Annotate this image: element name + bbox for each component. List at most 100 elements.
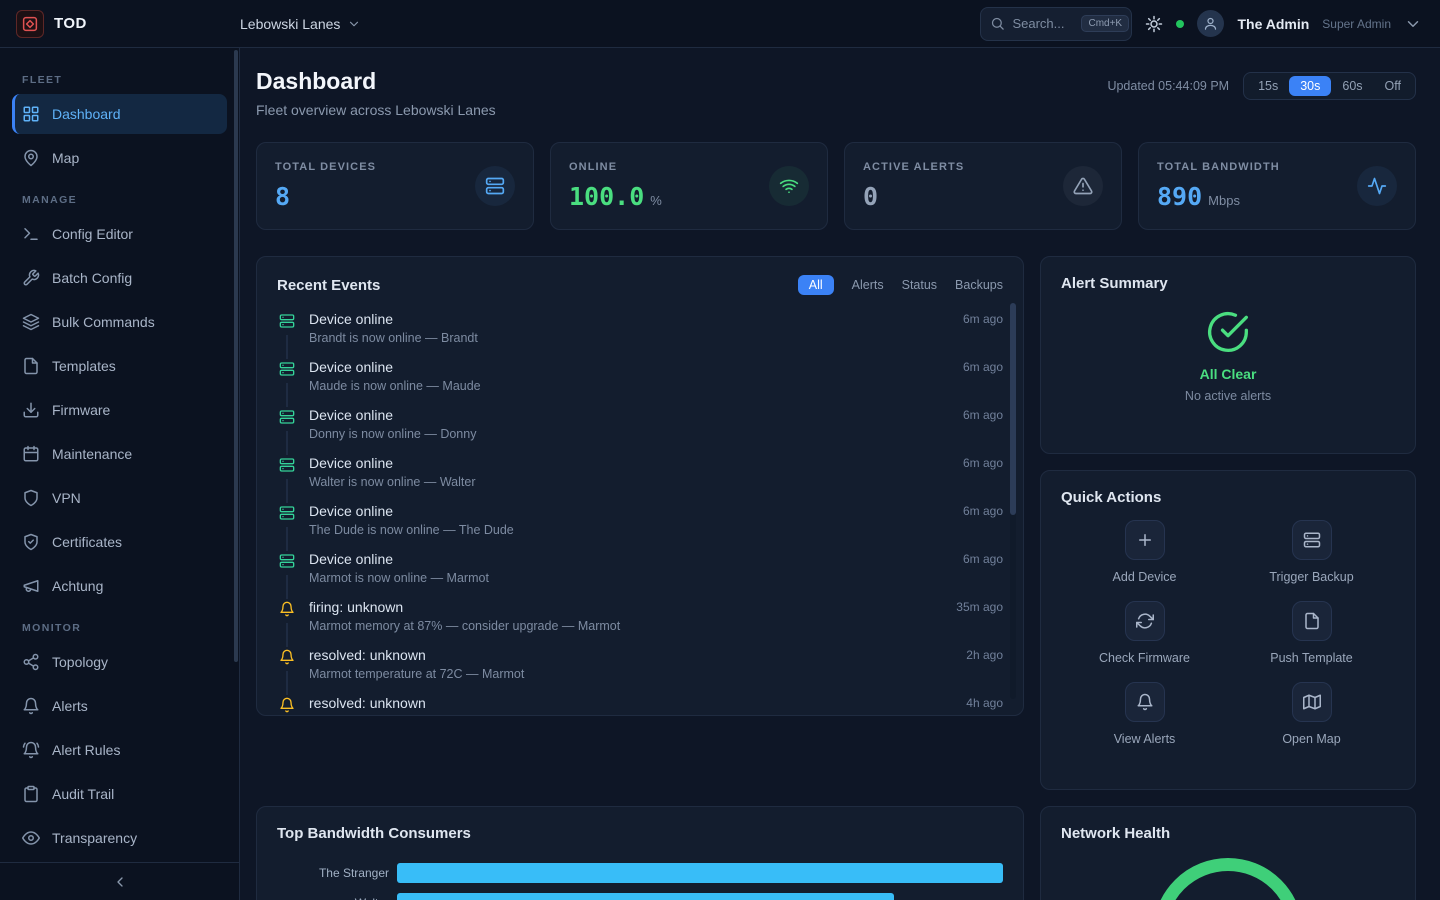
bandwidth-device-label: Walter xyxy=(277,896,389,900)
events-list: Device online Brandt is now online — Bran… xyxy=(277,311,1003,716)
sidebar-item-achtung[interactable]: Achtung xyxy=(12,566,227,606)
eye-icon xyxy=(22,829,40,847)
event-item: Device onlineWalter is now online — Walt… xyxy=(277,455,1003,503)
event-detail: Brandt is now online — Brandt xyxy=(309,331,478,345)
app-root: TOD Lebowski Lanes Cmd+K The Admin Super… xyxy=(0,0,1440,900)
sidebar-item-audit-trail[interactable]: Audit Trail xyxy=(12,774,227,814)
stat-unit: Mbps xyxy=(1208,193,1240,208)
event-detail: Donny is now online — Donny xyxy=(309,427,476,441)
sidebar-item-firmware[interactable]: Firmware xyxy=(12,390,227,430)
tab-alerts[interactable]: Alerts xyxy=(852,278,884,292)
push-template-button[interactable]: Push Template xyxy=(1228,601,1395,665)
sidebar-item-label: Topology xyxy=(52,654,108,670)
stat-value: 890 xyxy=(1157,182,1202,211)
sidebar-collapse-button[interactable] xyxy=(0,862,239,900)
refresh-option-off[interactable]: Off xyxy=(1374,76,1412,96)
events-scrollbar-thumb[interactable] xyxy=(1010,303,1016,515)
sidebar-item-label: Dashboard xyxy=(52,106,121,122)
search-input[interactable] xyxy=(1012,16,1074,31)
events-scrollbar[interactable] xyxy=(1010,303,1016,699)
clipboard-icon xyxy=(22,785,40,803)
open-map-button[interactable]: Open Map xyxy=(1228,682,1395,746)
event-detail: Walter is now online — Walter xyxy=(309,475,476,489)
sidebar-item-dashboard[interactable]: Dashboard xyxy=(12,94,227,134)
sidebar-item-transparency[interactable]: Transparency xyxy=(12,818,227,858)
calendar-icon xyxy=(22,445,40,463)
bandwidth-chart: The Stranger Walter xyxy=(277,858,1003,900)
tab-backups[interactable]: Backups xyxy=(955,278,1003,292)
org-switcher[interactable]: Lebowski Lanes xyxy=(240,16,361,32)
event-time: 6m ago xyxy=(963,455,1003,503)
sidebar-item-maintenance[interactable]: Maintenance xyxy=(12,434,227,474)
user-icon xyxy=(1203,16,1218,31)
app-logo-icon xyxy=(16,10,44,38)
event-item: resolved: unknownMarmot temperature at 7… xyxy=(277,647,1003,695)
sidebar-item-label: Firmware xyxy=(52,402,110,418)
megaphone-icon xyxy=(22,577,40,595)
server-icon xyxy=(277,503,297,527)
stat-unit: % xyxy=(650,193,662,208)
shield-check-icon xyxy=(22,533,40,551)
event-time: 6m ago xyxy=(963,407,1003,455)
quick-actions-card: Quick Actions Add Device Trigger Backup xyxy=(1040,470,1416,790)
theme-toggle-button[interactable] xyxy=(1145,15,1163,33)
event-time: 6m ago xyxy=(963,551,1003,599)
quick-action-label: Open Map xyxy=(1282,732,1340,746)
event-title: Device online xyxy=(309,407,476,424)
view-alerts-button[interactable]: View Alerts xyxy=(1061,682,1228,746)
avatar[interactable] xyxy=(1197,10,1224,37)
user-menu-chevron-icon[interactable] xyxy=(1404,15,1422,33)
sidebar-section-monitor: MONITOR xyxy=(22,622,217,634)
sidebar-item-bulk-commands[interactable]: Bulk Commands xyxy=(12,302,227,342)
check-firmware-button[interactable]: Check Firmware xyxy=(1061,601,1228,665)
stat-online: ONLINE 100.0% xyxy=(550,142,828,230)
sidebar-item-certificates[interactable]: Certificates xyxy=(12,522,227,562)
trigger-backup-button[interactable]: Trigger Backup xyxy=(1228,520,1395,584)
event-item: Device onlineMarmot is now online — Marm… xyxy=(277,551,1003,599)
sidebar-item-alert-rules[interactable]: Alert Rules xyxy=(12,730,227,770)
refresh-option-60s[interactable]: 60s xyxy=(1331,76,1373,96)
wifi-icon xyxy=(769,166,809,206)
card-title: Recent Events xyxy=(277,277,380,294)
sidebar-section-fleet: FLEET xyxy=(22,74,217,86)
network-icon xyxy=(22,653,40,671)
event-item: Device online Donny is now online — Donny… xyxy=(277,407,1003,455)
sidebar-item-templates[interactable]: Templates xyxy=(12,346,227,386)
event-detail: The Dude is now online — The Dude xyxy=(309,523,514,537)
bandwidth-row: The Stranger xyxy=(277,858,1003,888)
alert-detail: No active alerts xyxy=(1185,389,1271,403)
org-name: Lebowski Lanes xyxy=(240,16,340,32)
event-detail: Marmot temperature at 72C — Marmot xyxy=(309,667,524,681)
sidebar-item-vpn[interactable]: VPN xyxy=(12,478,227,518)
bell-icon xyxy=(277,647,297,671)
tab-all[interactable]: All xyxy=(798,275,834,295)
sidebar-item-topology[interactable]: Topology xyxy=(12,642,227,682)
user-role: Super Admin xyxy=(1322,17,1391,31)
sidebar-item-alerts[interactable]: Alerts xyxy=(12,686,227,726)
file-icon xyxy=(22,357,40,375)
sidebar-section-manage: MANAGE xyxy=(22,194,217,206)
refresh-option-15s[interactable]: 15s xyxy=(1247,76,1289,96)
server-icon xyxy=(1292,520,1332,560)
event-detail: Maude is now online — Maude xyxy=(309,379,481,393)
event-time: 35m ago xyxy=(956,599,1003,647)
sidebar-item-map[interactable]: Map xyxy=(12,138,227,178)
chevron-down-icon xyxy=(347,17,361,31)
search-box[interactable]: Cmd+K xyxy=(980,7,1132,41)
recent-events-card: Recent Events All Alerts Status Backups … xyxy=(256,256,1024,716)
event-time: 2h ago xyxy=(966,647,1003,695)
plus-icon xyxy=(1125,520,1165,560)
sidebar-item-label: Audit Trail xyxy=(52,786,114,802)
tab-status[interactable]: Status xyxy=(902,278,937,292)
page-title: Dashboard xyxy=(256,68,496,95)
event-title: Device online xyxy=(309,551,489,568)
sidebar-nav: FLEET Dashboard Map MANAGE Config Editor… xyxy=(0,48,239,862)
sidebar-scrollbar[interactable] xyxy=(234,50,238,662)
sidebar-item-batch-config[interactable]: Batch Config xyxy=(12,258,227,298)
alert-status: All Clear xyxy=(1200,366,1257,382)
sidebar-item-config-editor[interactable]: Config Editor xyxy=(12,214,227,254)
terminal-icon xyxy=(22,225,40,243)
refresh-option-30s[interactable]: 30s xyxy=(1289,76,1331,96)
search-icon xyxy=(990,16,1005,31)
add-device-button[interactable]: Add Device xyxy=(1061,520,1228,584)
